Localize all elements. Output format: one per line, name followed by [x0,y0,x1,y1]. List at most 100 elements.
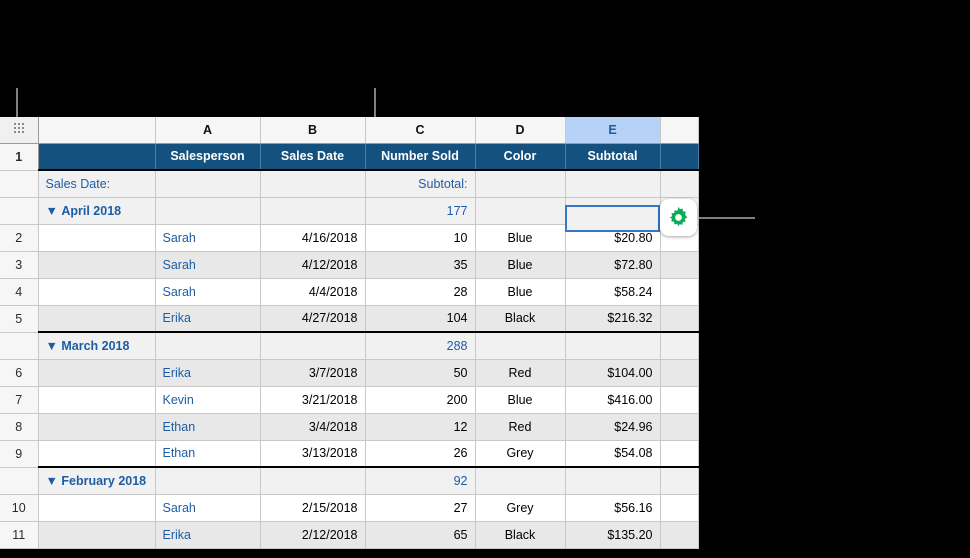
header-cell-blank[interactable] [38,143,156,171]
cell-sales-date[interactable]: 2/15/2018 [260,494,366,522]
cell-salesperson[interactable]: Sarah [154,251,261,279]
cell-subtotal[interactable]: $416.00 [565,386,661,414]
category-cell-d[interactable] [475,170,566,198]
row-header-blank[interactable] [0,170,39,198]
group-march-cell-e[interactable] [565,331,661,360]
column-header-a[interactable]: A [155,117,261,144]
cell-trailing[interactable] [660,359,699,387]
cell-number-sold[interactable]: 10 [364,224,476,252]
column-header-c[interactable]: C [365,117,476,144]
row-header-group-march[interactable] [0,331,39,360]
column-header-b[interactable]: B [260,117,366,144]
disclosure-triangle-icon[interactable]: ▼ [46,474,58,488]
cell-color[interactable]: Black [475,521,566,549]
cell-blank[interactable] [38,305,156,333]
table-row[interactable]: 9 Ethan 3/13/2018 26 Grey $54.08 [0,440,699,468]
cell-number-sold[interactable]: 12 [364,413,476,441]
row-header[interactable]: 4 [0,278,39,306]
table-row[interactable]: 10 Sarah 2/15/2018 27 Grey $56.16 [0,494,699,522]
cell-trailing[interactable] [660,278,699,306]
group-april-cell-a[interactable] [155,197,261,225]
cell-number-sold[interactable]: 50 [364,359,476,387]
group-february-cell-b[interactable] [260,466,366,495]
cell-trailing[interactable] [660,494,699,522]
column-header-e[interactable]: E [565,117,661,144]
cell-number-sold[interactable]: 35 [364,251,476,279]
cell-trailing[interactable] [660,251,699,279]
spreadsheet-table[interactable]: A B C D E 1 Salesperson Sales Date Numbe… [0,117,699,549]
row-header-group-february[interactable] [0,466,39,495]
cell-sales-date[interactable]: 4/4/2018 [260,278,366,306]
header-cell-trailing[interactable] [660,143,699,171]
cell-salesperson[interactable]: Erika [154,305,261,333]
row-header[interactable]: 10 [0,494,39,522]
table-row[interactable]: 8 Ethan 3/4/2018 12 Red $24.96 [0,413,699,441]
column-header-d[interactable]: D [475,117,566,144]
cell-sales-date[interactable]: 3/13/2018 [260,440,366,468]
header-cell-number-sold[interactable]: Number Sold [365,143,476,171]
cell-sales-date[interactable]: 2/12/2018 [260,521,366,549]
column-header-f[interactable] [660,117,699,144]
selected-cell[interactable] [565,205,660,232]
cell-trailing[interactable] [660,305,699,333]
disclosure-triangle-icon[interactable]: ▼ [46,204,58,218]
cell-salesperson[interactable]: Ethan [154,413,261,441]
cell-subtotal[interactable]: $72.80 [565,251,661,279]
cell-sales-date[interactable]: 4/27/2018 [260,305,366,333]
group-march-cell-a[interactable] [155,331,261,360]
group-february-cell-e[interactable] [565,466,661,495]
cell-sales-date[interactable]: 3/21/2018 [260,386,366,414]
cell-blank[interactable] [38,224,156,252]
group-february-cell-a[interactable] [155,466,261,495]
row-header[interactable]: 9 [0,440,39,468]
header-cell-sales-date[interactable]: Sales Date [260,143,366,171]
row-header[interactable]: 5 [0,305,39,333]
cell-color[interactable]: Red [475,413,566,441]
group-april-cell-d[interactable] [475,197,566,225]
cell-salesperson[interactable]: Sarah [154,224,261,252]
cell-blank[interactable] [38,251,156,279]
table-row[interactable]: 4 Sarah 4/4/2018 28 Blue $58.24 [0,278,699,306]
header-cell-color[interactable]: Color [475,143,566,171]
row-header[interactable]: 8 [0,413,39,441]
cell-color[interactable]: Blue [475,224,566,252]
cell-color[interactable]: Black [475,305,566,333]
gear-button[interactable] [660,199,697,236]
table-row[interactable]: 7 Kevin 3/21/2018 200 Blue $416.00 [0,386,699,414]
cell-blank[interactable] [38,521,156,549]
cell-sales-date[interactable]: 4/16/2018 [260,224,366,252]
cell-blank[interactable] [38,386,156,414]
cell-salesperson[interactable]: Kevin [154,386,261,414]
cell-salesperson[interactable]: Erika [154,521,261,549]
cell-blank[interactable] [38,413,156,441]
disclosure-triangle-icon[interactable]: ▼ [46,339,58,353]
group-march-cell-b[interactable] [260,331,366,360]
cell-color[interactable]: Grey [475,440,566,468]
cell-subtotal[interactable]: $104.00 [565,359,661,387]
group-name-cell-february[interactable]: ▼ February 2018 [38,466,156,495]
group-march-cell-f[interactable] [660,331,699,360]
cell-subtotal[interactable]: $135.20 [565,521,661,549]
group-february-subtotal[interactable]: 92 [365,466,476,495]
select-all-corner[interactable] [0,117,39,144]
category-cell-e[interactable] [565,170,661,198]
cell-trailing[interactable] [660,386,699,414]
cell-number-sold[interactable]: 200 [364,386,476,414]
cell-color[interactable]: Grey [475,494,566,522]
cell-sales-date[interactable]: 3/4/2018 [260,413,366,441]
category-cell-a[interactable] [155,170,261,198]
cell-color[interactable]: Blue [475,251,566,279]
category-cell-b[interactable] [260,170,366,198]
cell-color[interactable]: Blue [475,386,566,414]
row-header[interactable]: 11 [0,521,39,549]
cell-color[interactable]: Blue [475,278,566,306]
cell-number-sold[interactable]: 104 [364,305,476,333]
header-cell-salesperson[interactable]: Salesperson [155,143,261,171]
cell-number-sold[interactable]: 28 [364,278,476,306]
table-row[interactable]: 5 Erika 4/27/2018 104 Black $216.32 [0,305,699,333]
group-april-subtotal[interactable]: 177 [365,197,476,225]
header-cell-subtotal[interactable]: Subtotal [565,143,661,171]
row-header-1[interactable]: 1 [0,143,39,171]
cell-blank[interactable] [38,359,156,387]
cell-trailing[interactable] [660,440,699,468]
